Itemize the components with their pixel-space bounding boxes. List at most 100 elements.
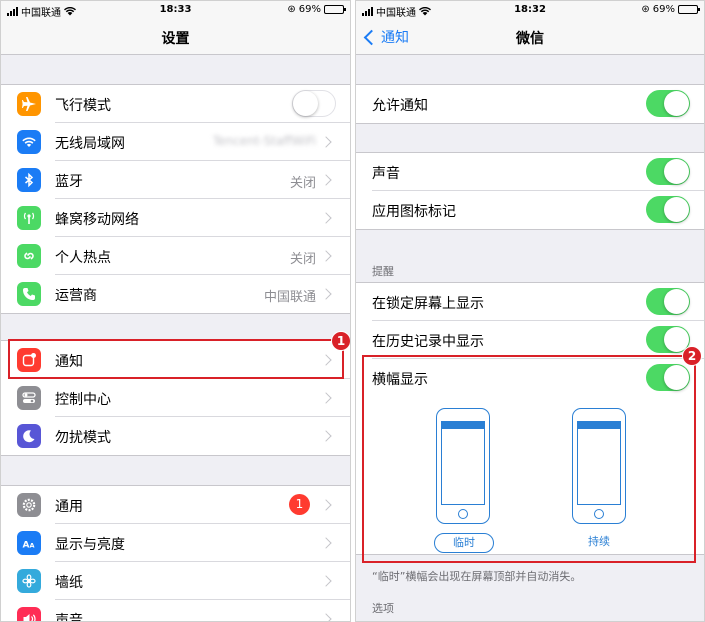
svg-text:A: A [30, 542, 35, 550]
banners-toggle[interactable] [646, 364, 690, 391]
status-bar: 中国联通 18:32 ⊛ 69% [356, 1, 704, 19]
settings-row-display[interactable]: AA 显示与亮度 [1, 524, 350, 562]
notifications-icon [17, 348, 41, 372]
control-center-icon [17, 386, 41, 410]
row-label: 横幅显示 [372, 372, 428, 388]
chevron-right-icon [320, 537, 332, 549]
svg-text:A: A [23, 541, 30, 551]
row-label: 蜂窝移动网络 [55, 212, 139, 228]
row-label: 在历史记录中显示 [372, 334, 484, 350]
chevron-right-icon [320, 354, 332, 366]
row-label: 墙纸 [55, 575, 83, 591]
sound-badge-group: 声音 应用图标标记 [356, 152, 704, 230]
wallpaper-icon [17, 569, 41, 593]
settings-row-control-center[interactable]: 控制中心 [1, 379, 350, 417]
bluetooth-icon [17, 168, 41, 192]
chevron-right-icon [320, 288, 332, 300]
row-label: 通用 [55, 499, 83, 515]
chevron-right-icon [320, 392, 332, 404]
row-label: 允许通知 [372, 98, 428, 114]
row-label: 飞行模式 [55, 98, 111, 114]
airplane-toggle[interactable] [292, 90, 336, 117]
row-label: 应用图标标记 [372, 204, 456, 220]
settings-row-cellular[interactable]: 蜂窝移动网络 [1, 199, 350, 237]
battery-percent: 69% [652, 4, 675, 15]
show-as-banners-row[interactable]: 横幅显示 [356, 359, 704, 397]
hotspot-icon [17, 244, 41, 268]
battery-icon [678, 5, 700, 14]
phone-icon [17, 282, 41, 306]
settings-row-wallpaper[interactable]: 墙纸 [1, 562, 350, 600]
banner-style-temporary[interactable]: 临时 [434, 533, 494, 553]
row-label: 个人热点 [55, 250, 111, 266]
row-label: 声音 [372, 166, 400, 182]
nav-bar: 通知 微信 [356, 19, 704, 55]
show-in-history-row[interactable]: 在历史记录中显示 [356, 321, 704, 359]
show-on-lock-screen-row[interactable]: 在锁定屏幕上显示 [356, 283, 704, 321]
badge-app-icon-row[interactable]: 应用图标标记 [356, 191, 704, 229]
settings-row-bluetooth[interactable]: 蓝牙 关闭 [1, 161, 350, 199]
row-label: 在锁定屏幕上显示 [372, 296, 484, 312]
battery-percent: 69% [298, 4, 321, 15]
airplane-icon [17, 92, 41, 116]
badge-app-icon-toggle[interactable] [646, 196, 690, 223]
chevron-right-icon [320, 174, 332, 186]
nav-bar: 设置 [1, 19, 350, 55]
chevron-right-icon [320, 430, 332, 442]
connectivity-group: 飞行模式 无线局域网 Tencent-StaffWiFi 蓝牙 关闭 蜂窝移动网… [1, 84, 350, 314]
row-value: 关闭 [289, 176, 316, 191]
settings-row-carrier[interactable]: 运营商 中国联通 [1, 275, 350, 313]
settings-row-hotspot[interactable]: 个人热点 关闭 [1, 237, 350, 275]
sound-toggle[interactable] [646, 158, 690, 185]
settings-row-airplane[interactable]: 飞行模式 [1, 85, 350, 123]
row-label: 通知 [55, 354, 83, 370]
allow-notifications-row[interactable]: 允许通知 [356, 85, 704, 123]
settings-screen: 中国联通 18:33 ⊛ 69% 设置 飞行模式 无线局域网 Tencent-S… [0, 0, 351, 622]
chevron-right-icon [320, 613, 332, 621]
chevron-right-icon [320, 136, 332, 148]
general-group: 通用 1 AA 显示与亮度 墙纸 声音 [1, 485, 350, 622]
row-value: 中国联通 [263, 290, 316, 305]
cellular-icon [17, 206, 41, 230]
system-group: 通知 控制中心 勿扰模式 [1, 340, 350, 456]
moon-icon [17, 424, 41, 448]
settings-row-do-not-disturb[interactable]: 勿扰模式 [1, 417, 350, 455]
allow-notifications-toggle[interactable] [646, 90, 690, 117]
wifi-icon [17, 130, 41, 154]
options-section-header: 选项 [372, 602, 394, 615]
banner-style-picker: 临时 持续 [356, 399, 704, 554]
banner-footnote: “临时”横幅会出现在屏幕顶部并自动消失。 [372, 570, 582, 583]
chevron-right-icon [320, 250, 332, 262]
rotation-lock-icon: ⊛ [641, 4, 650, 15]
banner-style-persistent[interactable]: 持续 [570, 533, 628, 551]
settings-row-wifi[interactable]: 无线局域网 Tencent-StaffWiFi [1, 123, 350, 161]
settings-row-general[interactable]: 通用 1 [1, 486, 350, 524]
row-value: Tencent-StaffWiFi [212, 134, 316, 148]
step-marker-1: 1 [331, 331, 350, 351]
row-label: 蓝牙 [55, 174, 83, 190]
row-label: 声音 [55, 613, 83, 622]
row-label: 勿扰模式 [55, 430, 111, 446]
persistent-banner-phone-icon[interactable] [572, 408, 626, 524]
sound-icon [17, 607, 41, 621]
lock-screen-toggle[interactable] [646, 288, 690, 315]
display-icon: AA [17, 531, 41, 555]
rotation-lock-icon: ⊛ [287, 4, 296, 15]
alerts-section-header: 提醒 [372, 265, 394, 278]
status-bar: 中国联通 18:33 ⊛ 69% [1, 1, 350, 19]
row-label: 显示与亮度 [55, 537, 125, 553]
page-title: 设置 [161, 31, 190, 47]
settings-row-notifications[interactable]: 通知 [1, 341, 350, 379]
settings-row-sound[interactable]: 声音 [1, 600, 350, 622]
row-label: 控制中心 [55, 392, 111, 408]
row-label: 运营商 [55, 288, 97, 304]
allow-group: 允许通知 [356, 84, 704, 124]
gear-icon [17, 493, 41, 517]
chevron-right-icon [320, 575, 332, 587]
sound-row[interactable]: 声音 [356, 153, 704, 191]
temporary-banner-phone-icon[interactable] [436, 408, 490, 524]
chevron-right-icon [320, 212, 332, 224]
chevron-right-icon [320, 499, 332, 511]
row-label: 无线局域网 [55, 136, 125, 152]
step-marker-2: 2 [682, 346, 702, 366]
